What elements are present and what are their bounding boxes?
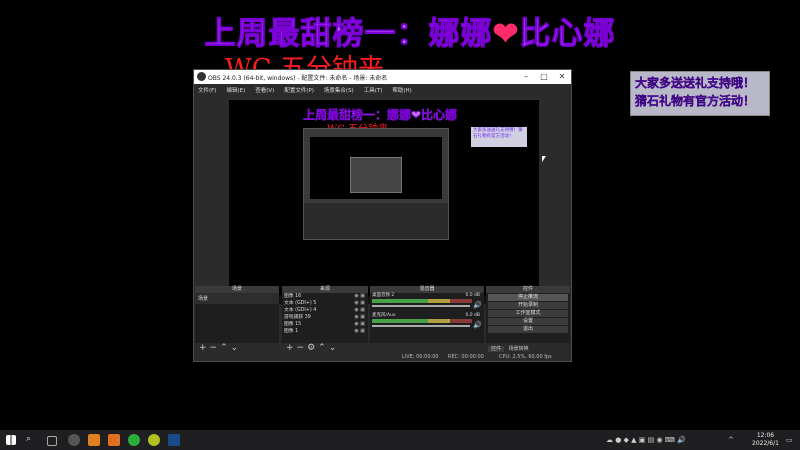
nested-docks bbox=[304, 203, 448, 239]
nested-obs-preview bbox=[303, 128, 449, 240]
minimize-button[interactable]: – bbox=[520, 72, 532, 81]
clock-date: 2022/6/1 bbox=[752, 440, 779, 447]
obs-statusbar: LIVE: 00:00:00 REC: 00:00:00 CPU: 2.5%, … bbox=[194, 352, 571, 361]
menu-file[interactable]: 文件(F) bbox=[198, 88, 216, 94]
wechat-icon[interactable] bbox=[128, 434, 140, 446]
obs-window: OBS 24.0.3 (64-bit, windows) - 配置文件: 未命名… bbox=[193, 69, 572, 362]
menu-tools[interactable]: 工具(T) bbox=[364, 88, 383, 94]
menu-edit[interactable]: 编辑(E) bbox=[226, 88, 245, 94]
heart-icon: ❤ bbox=[492, 16, 520, 52]
source-item[interactable]: 图像 15 ◉ ▣ bbox=[282, 321, 368, 328]
controls-dock-header: 控件 bbox=[486, 286, 570, 293]
app-icon[interactable] bbox=[88, 434, 100, 446]
mixer-channel-name: 麦克风/Aux bbox=[372, 313, 396, 318]
source-label: 文本 (GDI+) 5 bbox=[284, 301, 317, 306]
rec-time: REC: 00:00:00 bbox=[448, 354, 484, 360]
mouse-cursor-icon bbox=[542, 156, 546, 162]
overlay-notice: 大家多送送礼支持哦！ 猜石礼物有官方活动！ bbox=[630, 71, 770, 116]
menu-scene-collection[interactable]: 场景集合(S) bbox=[324, 88, 354, 94]
start-recording-button[interactable]: 开始录制 bbox=[488, 302, 568, 309]
tray-expand-icon[interactable]: ^ bbox=[728, 436, 734, 444]
preview-notice: 大家多送送礼支持哦！猜石礼物有官方活动！ bbox=[471, 127, 527, 147]
obs-preview[interactable]: 上周最甜榜一：娜娜❤比心娜 WC 五分钟来 大家多送送礼支持哦！猜石礼物有官方活… bbox=[229, 100, 546, 304]
obs-app-icon[interactable] bbox=[68, 434, 80, 446]
settings-button[interactable]: 设置 bbox=[488, 318, 568, 325]
controls-tabs: 控件 场景转换 bbox=[488, 345, 532, 352]
controls-dock: 停止推流 开始录制 工作室模式 设置 退出 控件 场景转换 bbox=[486, 293, 570, 352]
scene-item[interactable]: 场景 bbox=[195, 293, 279, 304]
obs-logo-icon bbox=[197, 72, 206, 81]
menu-view[interactable]: 查看(V) bbox=[255, 88, 274, 94]
source-label: 图像 16 bbox=[284, 294, 302, 299]
stop-streaming-button[interactable]: 停止推流 bbox=[488, 294, 568, 301]
taskbar-clock[interactable]: 12:06 2022/6/1 bbox=[752, 432, 779, 448]
source-item[interactable]: 游戏捕获 39 ◉ ▣ bbox=[282, 314, 368, 321]
source-item[interactable]: 文本 (GDI+) 4 ◉ ▣ bbox=[282, 307, 368, 314]
speaker-icon[interactable]: 🔊 bbox=[473, 321, 482, 329]
overlay-title-prefix: 上周最甜榜一：娜娜 bbox=[204, 16, 493, 53]
scenes-dock: 场景 +−⌃⌄ bbox=[195, 293, 279, 353]
eye-lock-icon[interactable]: ◉ ▣ bbox=[354, 300, 365, 307]
menu-help[interactable]: 帮助(H) bbox=[392, 88, 411, 94]
eye-lock-icon[interactable]: ◉ ▣ bbox=[354, 314, 365, 321]
volume-slider[interactable]: 🔊 bbox=[372, 301, 482, 309]
nested-preview-canvas bbox=[310, 137, 442, 199]
eye-lock-icon[interactable]: ◉ ▣ bbox=[354, 293, 365, 300]
tray-icons[interactable]: ☁ ● ◆ ▲ ▣ ▤ ◉ ⌨ 🔊 bbox=[606, 436, 686, 444]
source-item[interactable]: 图像 16 ◉ ▣ bbox=[282, 293, 368, 300]
obs-titlebar[interactable]: OBS 24.0.3 (64-bit, windows) - 配置文件: 未命名… bbox=[194, 70, 571, 84]
obs-window-title: OBS 24.0.3 (64-bit, windows) - 配置文件: 未命名… bbox=[208, 75, 388, 82]
source-item[interactable]: 图像 1 ◉ ▣ bbox=[282, 328, 368, 335]
overlay-title: 上周最甜榜一：娜娜❤比心娜 bbox=[0, 8, 800, 53]
source-label: 游戏捕获 39 bbox=[284, 315, 311, 320]
menu-profile[interactable]: 配置文件(P) bbox=[284, 88, 314, 94]
sources-dock: 图像 16 ◉ ▣ 文本 (GDI+) 5 ◉ ▣ 文本 (GDI+) 4 ◉ ▣ 游… bbox=[282, 293, 368, 353]
audio-meter bbox=[372, 319, 472, 323]
mixer-channel-name: 桌面音频 2 bbox=[372, 293, 395, 298]
nested-mini-window bbox=[350, 157, 402, 193]
windows-taskbar: ⌕ ☁ ● ◆ ▲ ▣ ▤ ◉ ⌨ 🔊 ^ 12:06 2022/6/1 ▭ bbox=[0, 430, 800, 450]
source-label: 文本 (GDI+) 4 bbox=[284, 308, 317, 313]
obs-menubar: 文件(F) 编辑(E) 查看(V) 配置文件(P) 场景集合(S) 工具(T) 帮助(H) bbox=[194, 84, 571, 95]
close-button[interactable]: ✕ bbox=[556, 72, 568, 81]
clock-time: 12:06 bbox=[756, 432, 775, 439]
scenes-dock-header: 场景 bbox=[195, 286, 279, 293]
app-icon[interactable] bbox=[108, 434, 120, 446]
mixer-dock-header: 混音器 bbox=[370, 286, 484, 293]
source-label: 图像 15 bbox=[284, 322, 302, 327]
eye-lock-icon[interactable]: ◉ ▣ bbox=[354, 328, 365, 335]
overlay-title-suffix: 比心娜 bbox=[519, 16, 616, 53]
windows-start-icon[interactable] bbox=[6, 435, 16, 445]
sources-dock-header: 来源 bbox=[282, 286, 368, 293]
source-label: 图像 1 bbox=[284, 329, 299, 334]
notice-line-2: 猜石礼物有官方活动！ bbox=[635, 94, 756, 108]
steam-icon[interactable] bbox=[168, 434, 180, 446]
task-view-icon[interactable] bbox=[47, 436, 57, 446]
notice-line-1: 大家多送送礼支持哦！ bbox=[635, 76, 756, 90]
eye-lock-icon[interactable]: ◉ ▣ bbox=[354, 307, 365, 314]
mixer-dock: 桌面音频 2 0.0 dB 🔊 麦克风/Aux 0.0 dB 🔊 bbox=[370, 293, 484, 343]
studio-mode-button[interactable]: 工作室模式 bbox=[488, 310, 568, 317]
exit-button[interactable]: 退出 bbox=[488, 326, 568, 333]
maximize-button[interactable]: □ bbox=[538, 72, 550, 81]
notification-icon[interactable]: ▭ bbox=[786, 436, 793, 444]
volume-slider[interactable]: 🔊 bbox=[372, 321, 482, 329]
live-time: LIVE: 00:00:00 bbox=[402, 354, 439, 360]
audio-meter bbox=[372, 299, 472, 303]
cpu-fps: CPU: 2.5%, 60.00 fps bbox=[499, 354, 552, 360]
source-item[interactable]: 文本 (GDI+) 5 ◉ ▣ bbox=[282, 300, 368, 307]
eye-lock-icon[interactable]: ◉ ▣ bbox=[354, 321, 365, 328]
app-icon[interactable] bbox=[148, 434, 160, 446]
speaker-icon[interactable]: 🔊 bbox=[473, 301, 482, 309]
search-icon[interactable]: ⌕ bbox=[26, 434, 38, 446]
